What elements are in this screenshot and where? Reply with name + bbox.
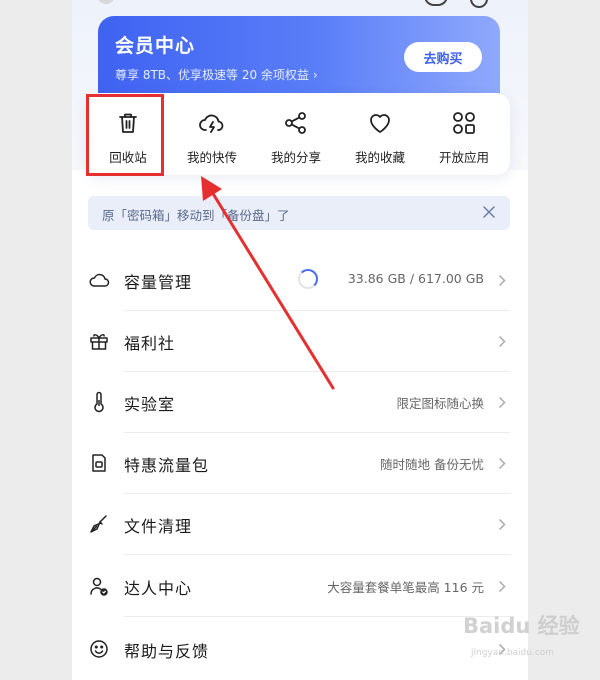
menu-item-storage[interactable]: 容量管理 33.86 GB / 617.00 GB — [88, 250, 510, 311]
storage-value: 33.86 GB / 617.00 GB — [347, 271, 484, 286]
watermark-sub: jingyan.baidu.com — [471, 648, 555, 658]
menu-item-hint: 限定图标随心换 — [396, 396, 484, 411]
chevron-right-icon — [498, 396, 506, 409]
buy-button[interactable]: 去购买 — [404, 42, 482, 72]
chevron-right-icon — [498, 518, 506, 531]
menu-item-label: 特惠流量包 — [124, 456, 210, 475]
chevron-right-icon: › — [312, 68, 318, 82]
apps-grid-icon — [453, 112, 475, 134]
chevron-right-icon — [498, 457, 506, 470]
menu-item-hint: 随时随地 备份无忧 — [380, 457, 484, 472]
menu-item-lab[interactable]: 实验室 限定图标随心换 — [88, 372, 510, 433]
quick-action-label: 开放应用 — [438, 150, 489, 165]
left-margin — [0, 0, 72, 680]
notice-banner: 原「密码箱」移动到「备份盘」了 — [88, 196, 510, 230]
divider — [124, 616, 510, 617]
quick-action-transfer[interactable]: 我的快传 — [170, 93, 254, 175]
menu-item-expert-center[interactable]: 达人中心 大容量套餐单笔最高 116 元 — [88, 556, 510, 617]
chevron-right-icon — [498, 274, 506, 287]
menu-item-hint: 大容量套餐单笔最高 116 元 — [327, 580, 484, 595]
menu-item-file-cleanup[interactable]: 文件清理 — [88, 494, 510, 555]
quick-action-open-apps[interactable]: 开放应用 — [422, 93, 506, 175]
baidu-watermark: Baidu 经验 jingyan.baidu.com — [463, 610, 583, 668]
thermometer-icon — [94, 391, 104, 413]
menu-item-label: 帮助与反馈 — [124, 642, 210, 661]
annotation-highlight-box — [86, 94, 164, 176]
vip-subtitle-text: 尊享 8TB、优享极速等 20 余项权益 — [115, 68, 309, 82]
smile-icon — [90, 640, 108, 658]
quick-action-label: 我的快传 — [186, 150, 237, 165]
menu-item-label: 文件清理 — [124, 517, 193, 536]
menu-item-help-feedback[interactable]: 帮助与反馈 — [88, 619, 510, 680]
storage-usage-ring — [298, 269, 318, 289]
menu-item-data-package[interactable]: 特惠流量包 随时随地 备份无忧 — [88, 433, 510, 494]
cloud-lightning-icon — [199, 114, 224, 133]
share-icon — [285, 112, 306, 134]
broom-icon — [90, 515, 107, 533]
watermark-main: Baidu 经验 — [463, 614, 580, 638]
notice-text: 原「密码箱」移动到「备份盘」了 — [102, 208, 290, 223]
quick-action-label: 我的收藏 — [354, 150, 405, 165]
heart-icon — [370, 114, 390, 133]
quick-action-share[interactable]: 我的分享 — [254, 93, 338, 175]
quick-action-favorites[interactable]: 我的收藏 — [338, 93, 422, 175]
chevron-right-icon — [498, 580, 506, 593]
menu-item-label: 实验室 — [124, 395, 176, 414]
gift-icon — [90, 334, 108, 350]
menu-item-welfare[interactable]: 福利社 — [88, 311, 510, 372]
sim-card-icon — [92, 454, 106, 472]
chevron-right-icon — [498, 335, 506, 348]
close-icon[interactable] — [482, 205, 496, 219]
menu-item-label: 达人中心 — [124, 579, 193, 598]
divider — [124, 554, 510, 555]
vip-title: 会员中心 — [115, 35, 196, 57]
vip-subtitle: 尊享 8TB、优享极速等 20 余项权益 › — [115, 66, 318, 83]
quick-action-label: 我的分享 — [270, 150, 321, 165]
right-margin — [528, 0, 600, 680]
menu-item-label: 容量管理 — [124, 273, 193, 292]
menu-item-label: 福利社 — [124, 334, 176, 353]
cloud-icon — [89, 273, 110, 287]
user-check-icon — [90, 577, 108, 596]
